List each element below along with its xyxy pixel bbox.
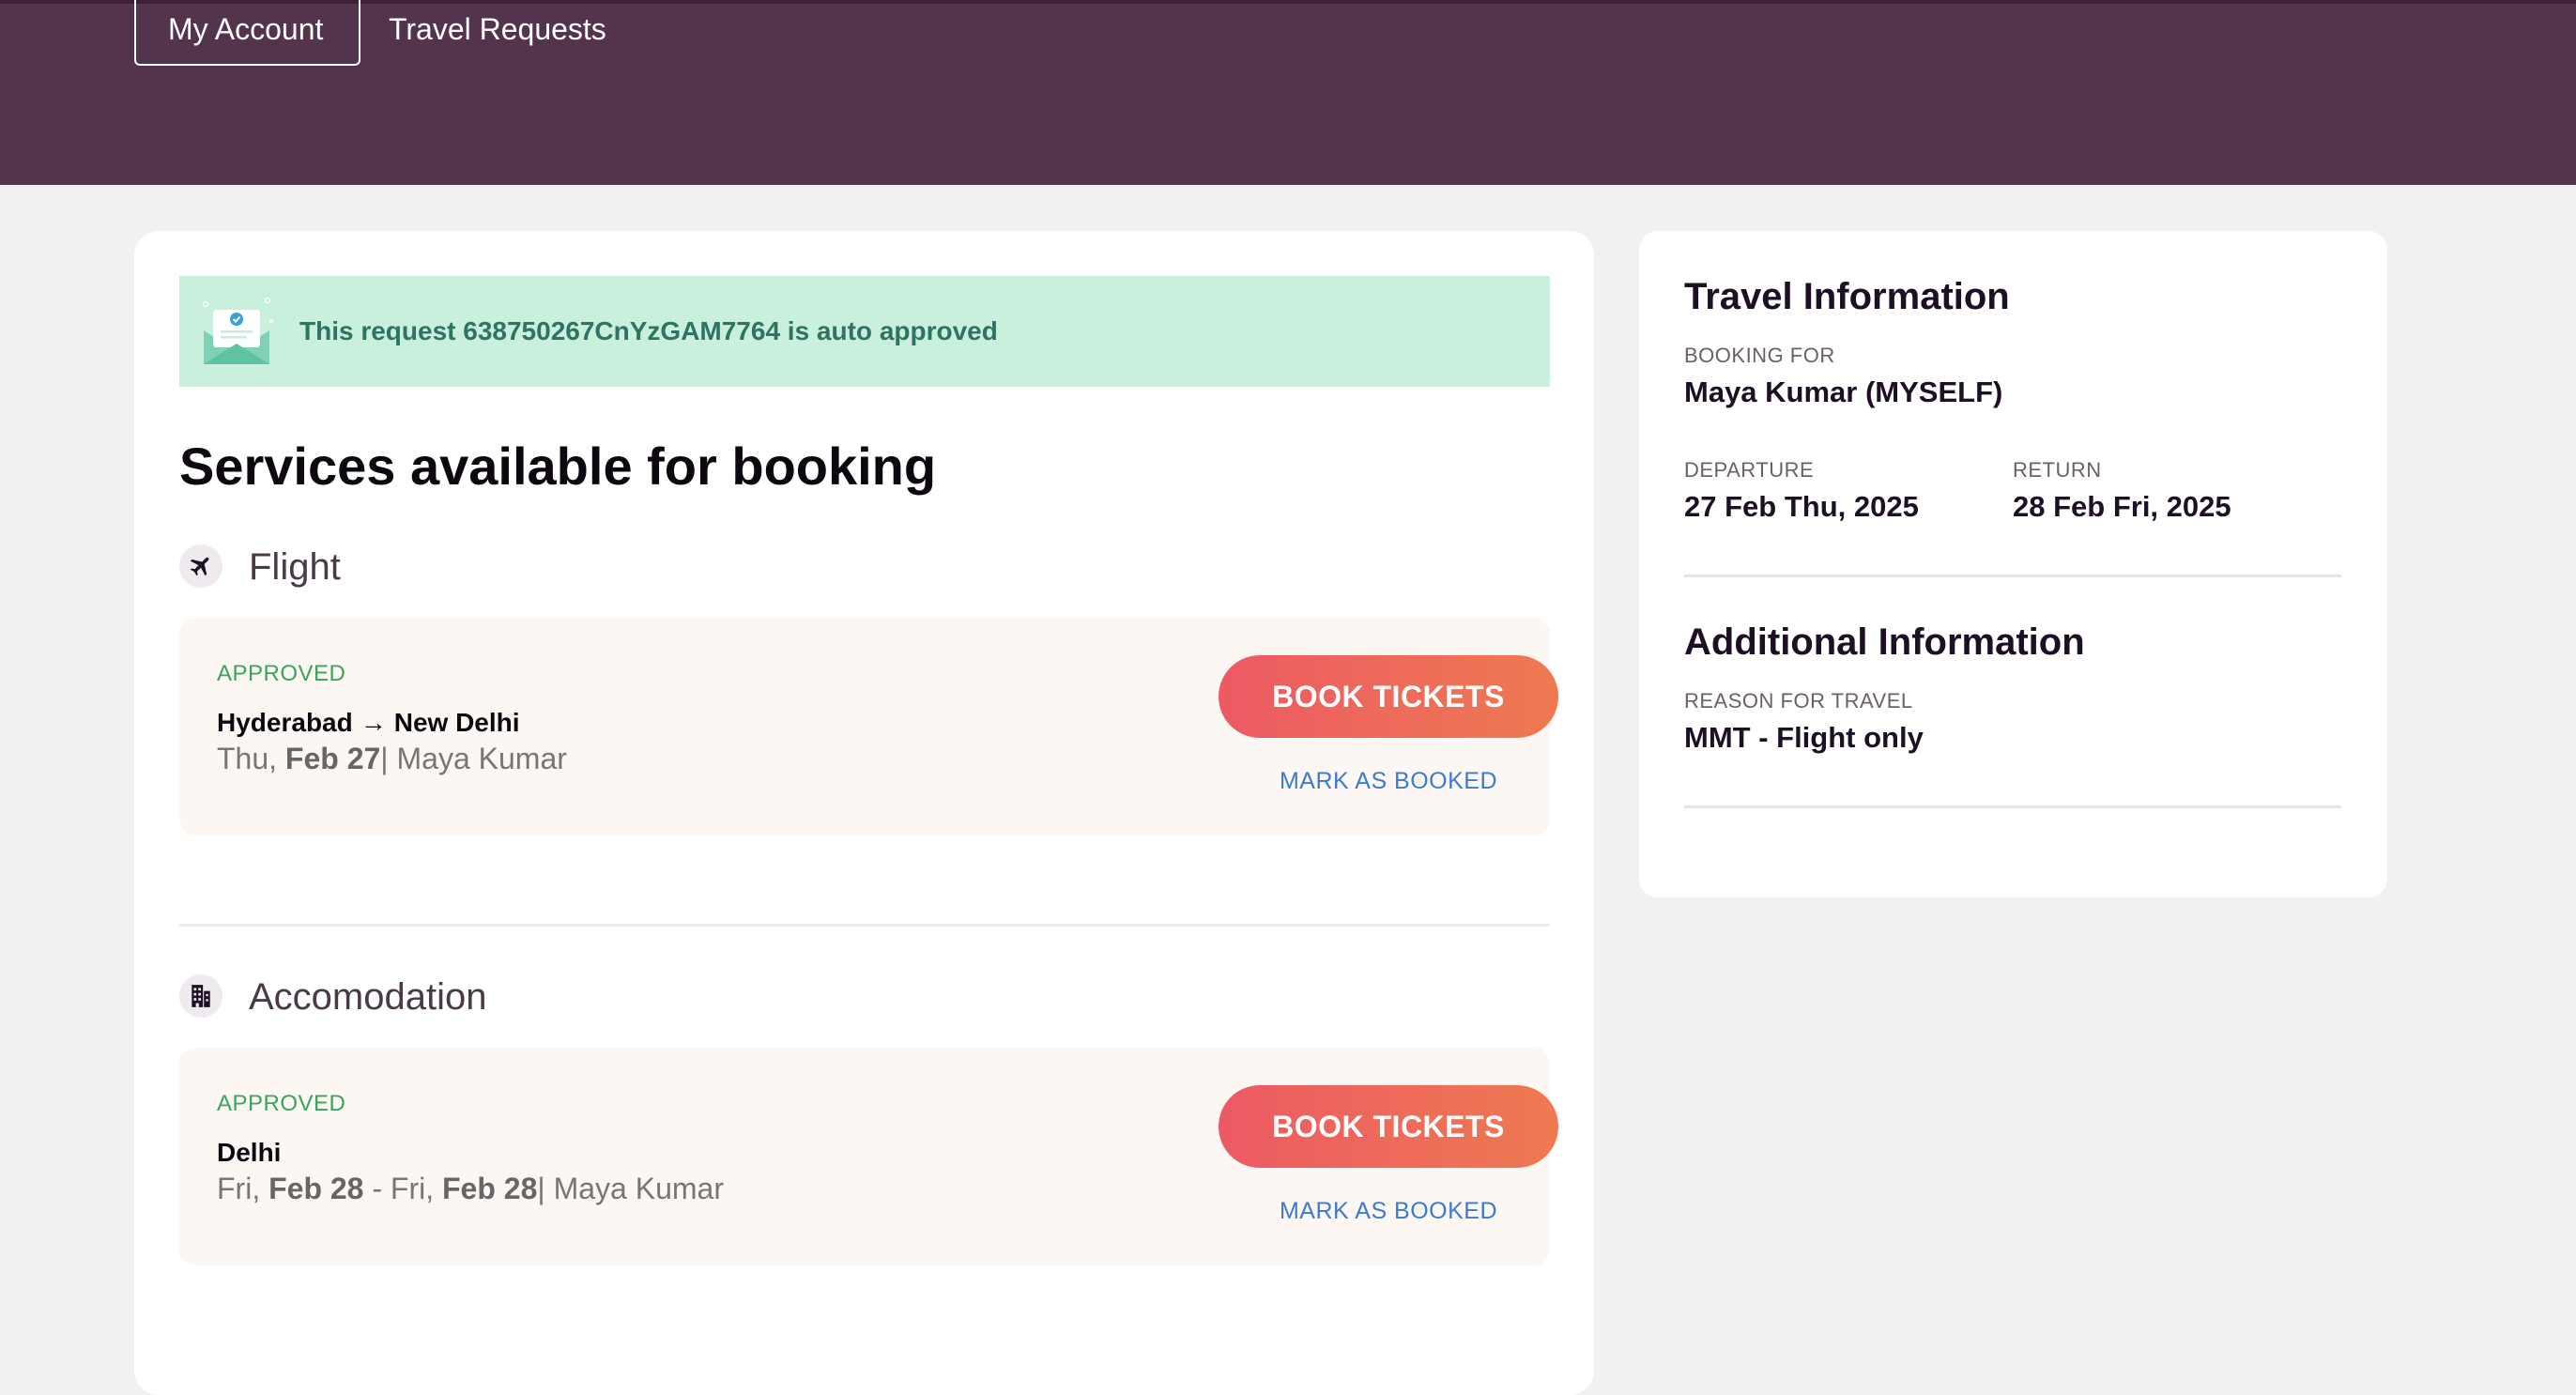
end-date: Feb 28 [442,1172,538,1205]
arrow-right-icon: → [360,708,387,737]
start-day: Fri, [217,1172,261,1205]
travel-info-card: Travel Information BOOKING FOR Maya Kuma… [1639,231,2387,897]
flight-day: Thu, [217,742,278,775]
date-separator: - Fri, [363,1172,435,1205]
accommodation-service-card: APPROVED Delhi Fri, Feb 28 - Fri, Feb 28… [179,1048,1558,1265]
additional-info-title: Additional Information [1684,621,2085,663]
info-divider [1684,575,2341,577]
services-card: This request 638750267CnYzGAM7764 is aut… [134,231,1594,1395]
book-accommodation-tickets-button[interactable]: BOOK TICKETS [1219,1085,1558,1168]
reason-label: REASON FOR TRAVEL [1684,689,1913,713]
auto-approved-banner: This request 638750267CnYzGAM7764 is aut… [179,276,1550,387]
departure-label: DEPARTURE [1684,458,1815,482]
info-divider [1684,805,2341,808]
booking-for-label: BOOKING FOR [1684,344,1835,367]
banner-text: This request 638750267CnYzGAM7764 is aut… [299,316,998,345]
envelope-check-icon [202,297,273,364]
flight-title: Flight [249,546,341,588]
travel-info-title: Travel Information [1684,276,2010,317]
flight-service-card: APPROVED Hyderabad → New Delhi Thu, Feb 27… [179,618,1558,835]
accommodation-meta: Fri, Feb 28 - Fri, Feb 28| Maya Kumar [217,1172,724,1206]
hotel-icon [179,974,222,1018]
accommodation-traveler: | Maya Kumar [537,1172,724,1205]
status-badge: APPROVED [217,1091,346,1116]
return-value: 28 Feb Fri, 2025 [2013,490,2231,523]
top-header: My Account Travel Requests [0,0,2576,185]
page-title: Services available for booking [179,437,937,496]
status-badge: APPROVED [217,661,346,686]
destination-city: New Delhi [393,708,520,737]
mark-flight-booked-link[interactable]: MARK AS BOOKED [1219,768,1558,795]
origin-city: Hyderabad [217,708,353,737]
reason-value: MMT - Flight only [1684,721,1924,754]
section-divider [179,924,1550,927]
tab-travel-requests[interactable]: Travel Requests [357,0,638,66]
return-label: RETURN [2013,458,2102,482]
accommodation-city: Delhi [217,1138,282,1167]
tab-my-account[interactable]: My Account [134,0,360,66]
airplane-icon [179,544,222,588]
start-date: Feb 28 [268,1172,364,1205]
mark-accommodation-booked-link[interactable]: MARK AS BOOKED [1219,1198,1558,1225]
flight-route: Hyderabad → New Delhi [217,708,520,738]
book-flight-tickets-button[interactable]: BOOK TICKETS [1219,655,1558,738]
booking-for-value: Maya Kumar (MYSELF) [1684,376,2003,408]
accommodation-title: Accomodation [249,976,487,1018]
departure-value: 27 Feb Thu, 2025 [1684,490,1919,523]
flight-traveler: | Maya Kumar [380,742,567,775]
flight-meta: Thu, Feb 27| Maya Kumar [217,742,567,776]
flight-date: Feb 27 [284,742,381,775]
